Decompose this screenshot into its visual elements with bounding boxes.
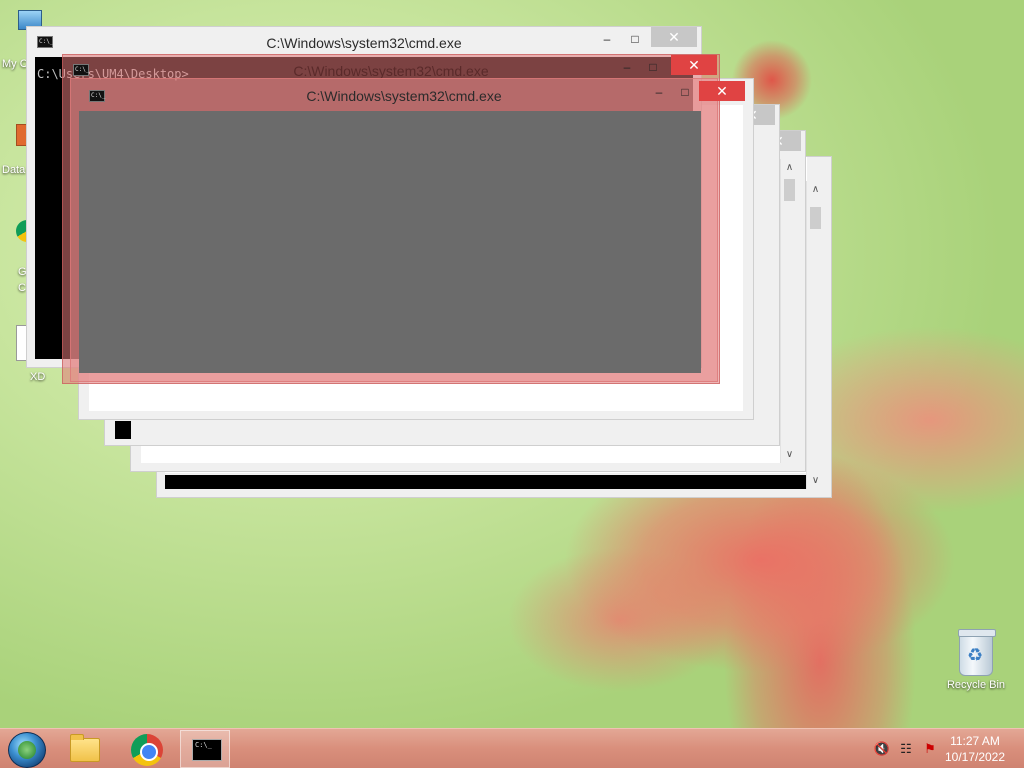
chrome-icon	[131, 734, 163, 766]
taskbar: C:\_ 🔇 ☷ ⚑ 11:27 AM 10/17/2022	[0, 728, 1024, 768]
maximize-button[interactable]: □	[621, 29, 649, 49]
network-icon[interactable]: ☷	[897, 741, 915, 757]
window-title: C:\Windows\system32\cmd.exe	[306, 88, 502, 104]
scroll-up-icon[interactable]: ∧	[781, 159, 798, 176]
title-bar[interactable]: C:\_ C:\Windows\system32\cmd.exe – □ ✕	[71, 79, 745, 107]
desktop-icon-label: Data	[2, 164, 26, 176]
desktop-icon-label: Recycle Bin	[946, 679, 1006, 691]
desktop: My C Data G C XD Recycle Bin ∧ ∨ ✕ ∧	[0, 0, 1024, 728]
minimize-button[interactable]: –	[613, 57, 641, 77]
cmd-icon: C:\_	[192, 739, 222, 761]
windows-orb-icon	[8, 732, 46, 768]
taskbar-file-explorer[interactable]	[58, 730, 110, 768]
scrollbar-thumb[interactable]	[810, 207, 821, 229]
console-area	[115, 421, 131, 439]
action-center-flag-icon[interactable]: ⚑	[921, 741, 939, 757]
recycle-bin-desktop-icon[interactable]: Recycle Bin	[944, 629, 1008, 691]
maximize-button[interactable]: □	[671, 82, 699, 102]
clock-time: 11:27 AM	[950, 734, 1000, 748]
clock-date: 10/17/2022	[944, 750, 1006, 764]
system-clock[interactable]: 11:27 AM 10/17/2022	[940, 733, 1010, 765]
minimize-button[interactable]: –	[645, 82, 673, 102]
scrollbar-thumb[interactable]	[784, 179, 795, 201]
close-button[interactable]: ✕	[651, 27, 697, 47]
taskbar-command-prompt[interactable]: C:\_	[180, 730, 230, 768]
start-button[interactable]	[0, 730, 52, 768]
vertical-scrollbar[interactable]: ∧ ∨	[780, 159, 797, 463]
folder-icon	[70, 734, 100, 762]
taskbar-chrome[interactable]	[120, 730, 172, 768]
close-button[interactable]: ✕	[699, 81, 745, 101]
console-area	[165, 475, 807, 489]
console-area[interactable]	[79, 111, 701, 373]
close-button[interactable]: ✕	[671, 55, 717, 75]
minimize-button[interactable]: –	[593, 29, 621, 49]
desktop-icon-label: C	[18, 282, 26, 294]
recycle-bin-icon	[958, 629, 996, 676]
scroll-down-icon[interactable]: ∨	[807, 472, 824, 489]
scroll-up-icon[interactable]: ∧	[807, 181, 824, 198]
volume-muted-icon[interactable]: 🔇	[873, 741, 891, 757]
desktop-icon-label: My C	[2, 58, 28, 70]
vertical-scrollbar[interactable]: ∧ ∨	[806, 181, 823, 489]
desktop-icon-label: XD	[30, 371, 46, 383]
cmd-window-front[interactable]: C:\_ C:\Windows\system32\cmd.exe – □ ✕	[70, 78, 745, 382]
maximize-button[interactable]: □	[639, 57, 667, 77]
title-bar[interactable]: C:\_ C:\Windows\system32\cmd.exe – □ ✕	[27, 27, 701, 55]
scroll-down-icon[interactable]: ∨	[781, 446, 798, 463]
